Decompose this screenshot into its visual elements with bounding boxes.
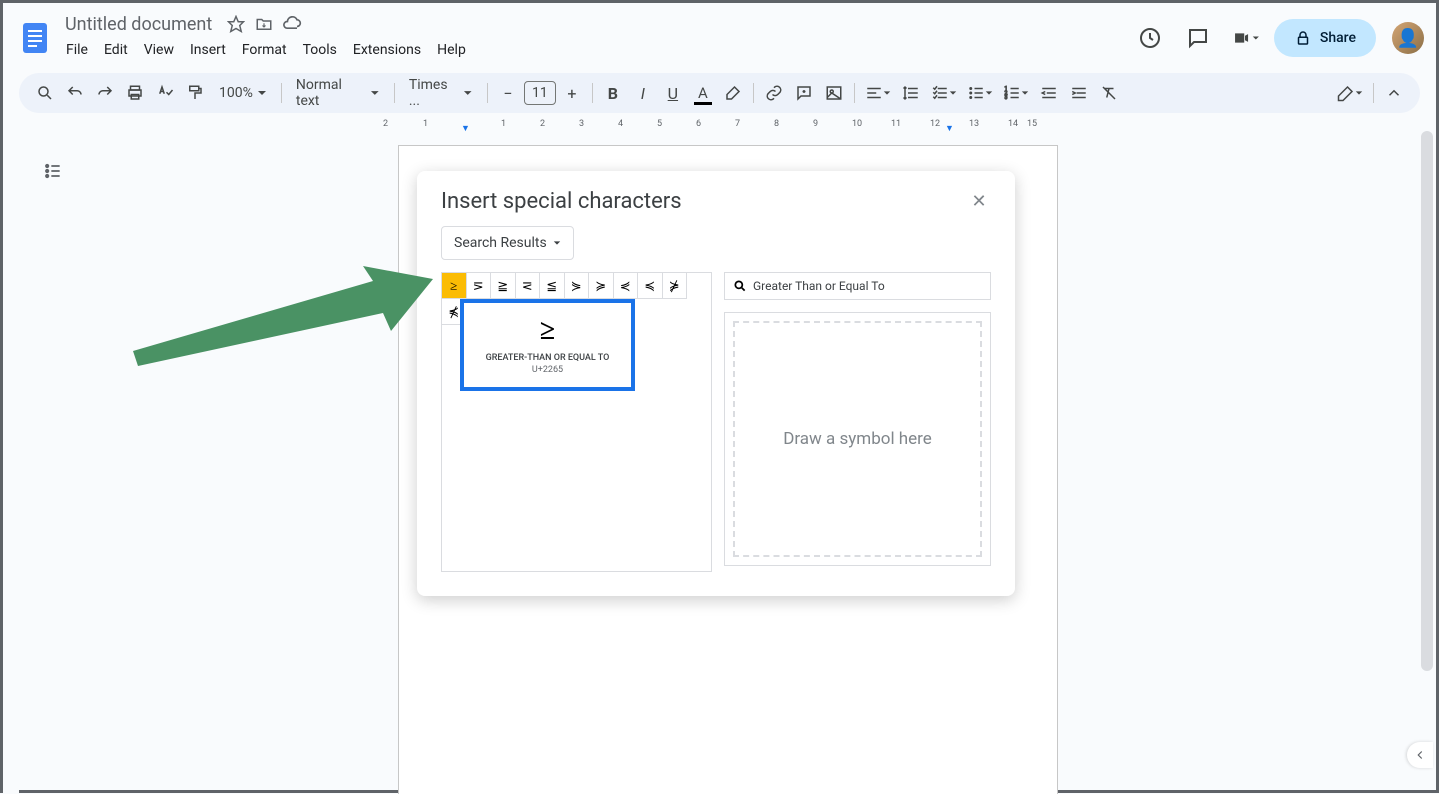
- paint-format-button[interactable]: [181, 79, 209, 107]
- move-icon[interactable]: [254, 14, 274, 34]
- menu-file[interactable]: File: [59, 38, 95, 62]
- share-label: Share: [1320, 30, 1356, 46]
- char-cell[interactable]: ≼: [638, 273, 663, 299]
- spellcheck-button[interactable]: [151, 79, 179, 107]
- menu-help[interactable]: Help: [430, 38, 473, 62]
- font-size-decrease[interactable]: −: [494, 79, 522, 107]
- menu-bar: File Edit View Insert Format Tools Exten…: [59, 36, 1130, 64]
- draw-panel: Draw a symbol here: [724, 312, 991, 566]
- search-input[interactable]: [753, 279, 982, 293]
- numbered-list-button[interactable]: 123: [999, 79, 1033, 107]
- bullet-list-button[interactable]: [963, 79, 997, 107]
- font-select[interactable]: Times ...: [401, 79, 481, 107]
- menu-view[interactable]: View: [137, 38, 181, 62]
- collapse-toolbar-button[interactable]: [1380, 79, 1408, 107]
- char-cell[interactable]: ≥: [442, 273, 467, 299]
- highlight-button[interactable]: [719, 79, 747, 107]
- char-cell[interactable]: ≦: [540, 273, 565, 299]
- text-color-button[interactable]: A: [689, 79, 717, 107]
- star-icon[interactable]: [226, 14, 246, 34]
- vertical-ruler[interactable]: [3, 135, 19, 794]
- char-cell[interactable]: ⋟: [565, 273, 590, 299]
- svg-text:3: 3: [1004, 95, 1007, 101]
- draw-area[interactable]: Draw a symbol here: [733, 321, 982, 557]
- menu-insert[interactable]: Insert: [183, 38, 233, 62]
- clear-format-button[interactable]: [1095, 79, 1123, 107]
- menu-extensions[interactable]: Extensions: [346, 38, 428, 62]
- cloud-status-icon[interactable]: [282, 14, 302, 34]
- undo-button[interactable]: [61, 79, 89, 107]
- char-cell[interactable]: ⋝: [467, 273, 492, 299]
- header: Untitled document File Edit View Insert …: [3, 3, 1436, 67]
- comments-icon[interactable]: [1178, 18, 1218, 58]
- category-dropdown[interactable]: Search Results: [441, 226, 574, 260]
- font-size-increase[interactable]: +: [558, 79, 586, 107]
- underline-button[interactable]: U: [659, 79, 687, 107]
- bold-button[interactable]: B: [599, 79, 627, 107]
- indent-decrease-button[interactable]: [1035, 79, 1063, 107]
- search-icon: [733, 279, 747, 293]
- horizontal-ruler[interactable]: 2 1 ▼ 1 2 3 4 5 6 7 8 9 10 11 12 ▼ 13 14…: [3, 119, 1436, 135]
- zoom-select[interactable]: 100%: [211, 79, 275, 107]
- lock-icon: [1294, 29, 1312, 47]
- menu-format[interactable]: Format: [235, 38, 294, 62]
- character-tooltip: ≥ GREATER-THAN OR EQUAL TO U+2265: [460, 299, 635, 391]
- italic-button[interactable]: I: [629, 79, 657, 107]
- tooltip-code: U+2265: [472, 365, 623, 375]
- indent-increase-button[interactable]: [1065, 79, 1093, 107]
- print-button[interactable]: [121, 79, 149, 107]
- editing-mode-button[interactable]: [1333, 79, 1367, 107]
- special-characters-dialog: Insert special characters ✕ Search Resul…: [417, 171, 1015, 596]
- char-cell[interactable]: ⋞: [614, 273, 639, 299]
- redo-button[interactable]: [91, 79, 119, 107]
- char-cell[interactable]: ≽: [589, 273, 614, 299]
- char-cell[interactable]: ⋜: [516, 273, 541, 299]
- character-search-box[interactable]: [724, 272, 991, 300]
- style-select[interactable]: Normal text: [288, 79, 388, 107]
- char-cell[interactable]: ⋡: [663, 273, 688, 299]
- menu-edit[interactable]: Edit: [97, 38, 135, 62]
- menu-tools[interactable]: Tools: [296, 38, 344, 62]
- document-title[interactable]: Untitled document: [59, 12, 218, 37]
- search-icon[interactable]: [31, 79, 59, 107]
- toolbar: 100% Normal text Times ... − + B I U A 1…: [19, 73, 1420, 113]
- vertical-scrollbar[interactable]: [1421, 131, 1433, 681]
- close-icon[interactable]: ✕: [967, 190, 991, 214]
- comment-button[interactable]: [790, 79, 818, 107]
- link-button[interactable]: [760, 79, 788, 107]
- tooltip-name: GREATER-THAN OR EQUAL TO: [472, 353, 623, 363]
- line-spacing-button[interactable]: [897, 79, 925, 107]
- image-button[interactable]: [820, 79, 848, 107]
- checklist-button[interactable]: [927, 79, 961, 107]
- docs-logo[interactable]: [15, 18, 55, 58]
- title-area: Untitled document File Edit View Insert …: [59, 12, 1130, 64]
- tooltip-symbol: ≥: [472, 315, 623, 347]
- avatar[interactable]: 👤: [1392, 22, 1424, 54]
- dialog-title: Insert special characters: [441, 189, 682, 214]
- char-cell[interactable]: ≧: [491, 273, 516, 299]
- side-panel-toggle[interactable]: [1407, 742, 1433, 768]
- align-button[interactable]: [861, 79, 895, 107]
- font-size-input[interactable]: [524, 81, 556, 105]
- character-grid: ≥ ⋝ ≧ ⋜ ≦ ⋟ ≽ ⋞ ≼ ⋡ ⋠ ≥ GREATER-THAN OR …: [441, 272, 712, 572]
- outline-toggle-button[interactable]: [39, 157, 67, 185]
- meet-button[interactable]: [1226, 18, 1266, 58]
- history-icon[interactable]: [1130, 18, 1170, 58]
- share-button[interactable]: Share: [1274, 19, 1376, 57]
